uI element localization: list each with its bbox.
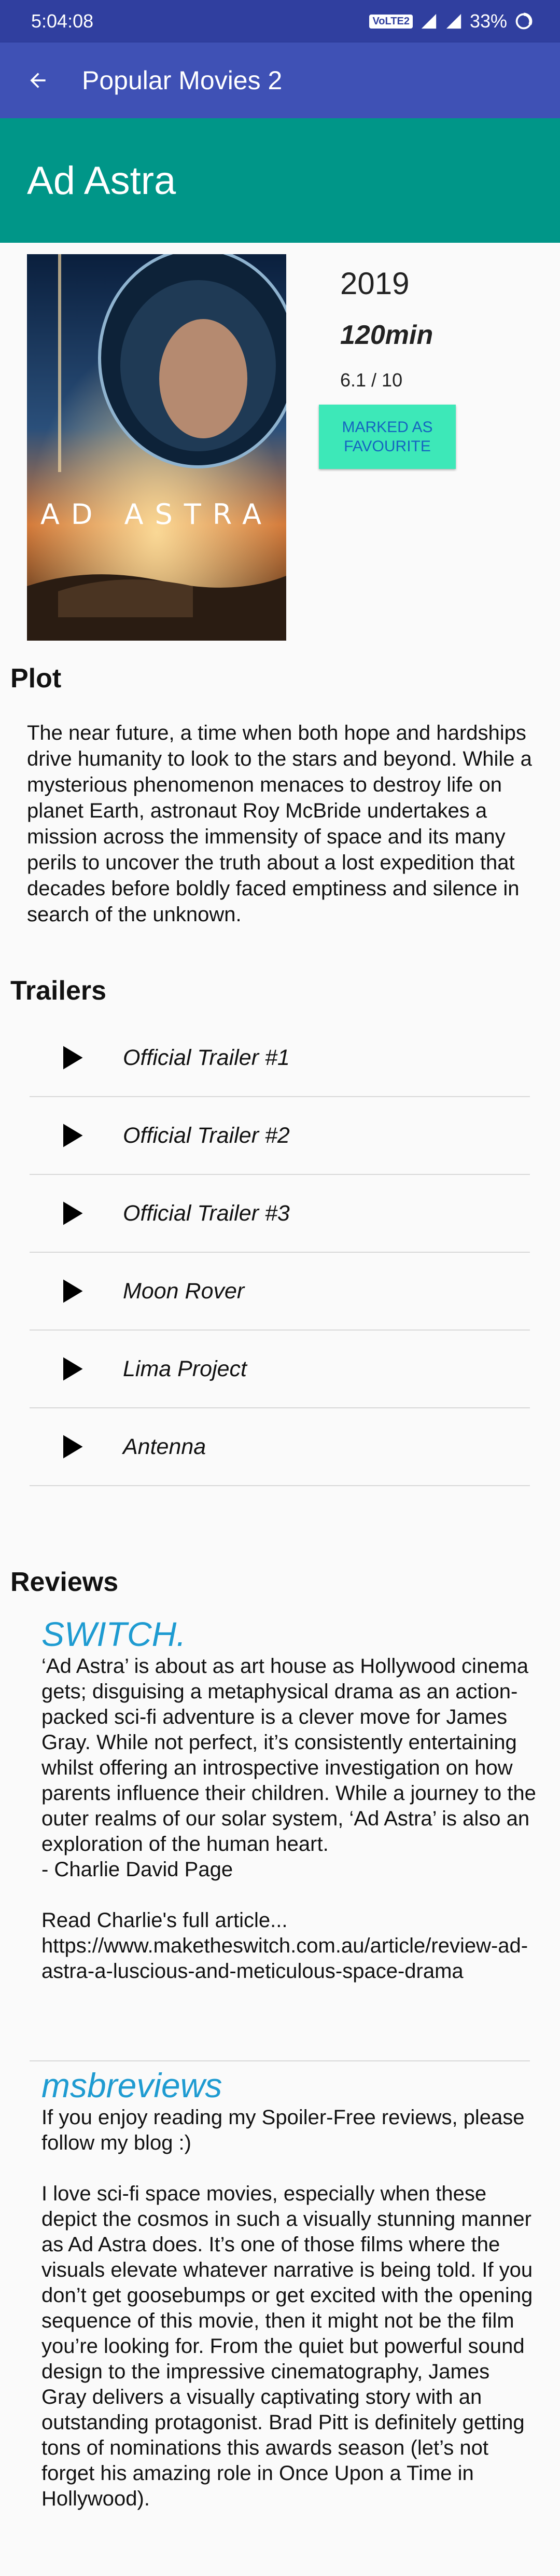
play-icon	[63, 1357, 83, 1381]
trailer-label: Lima Project	[123, 1356, 247, 1381]
trailer-label: Official Trailer #2	[123, 1123, 290, 1148]
review-divider	[30, 2060, 530, 2061]
poster-artwork	[27, 254, 286, 641]
status-icons: VoLTE2 33%	[369, 10, 533, 32]
trailer-label: Moon Rover	[123, 1278, 245, 1304]
trailers-heading: Trailers	[10, 976, 107, 1006]
trailer-row[interactable]: Lima Project	[30, 1331, 530, 1408]
back-button[interactable]	[20, 62, 56, 99]
favourite-button[interactable]: MARKED AS FAVOURITE	[319, 405, 456, 469]
battery-icon	[515, 12, 533, 30]
trailer-row[interactable]: Official Trailer #3	[30, 1175, 530, 1253]
signal-icon	[421, 13, 437, 29]
play-icon	[63, 1201, 83, 1225]
trailer-list: Official Trailer #1 Official Trailer #2 …	[30, 1019, 530, 1486]
review-content: If you enjoy reading my Spoiler-Free rev…	[41, 2106, 533, 2510]
app-bar: Popular Movies 2	[0, 43, 560, 118]
trailer-label: Antenna	[123, 1434, 206, 1459]
trailer-label: Official Trailer #3	[123, 1200, 290, 1226]
runtime: 120min	[340, 320, 433, 350]
play-icon	[63, 1435, 83, 1459]
arrow-back-icon	[30, 73, 46, 88]
review-content: ‘Ad Astra’ is about as art house as Holl…	[41, 1655, 536, 1983]
trailer-row[interactable]: Antenna	[30, 1408, 530, 1486]
release-year: 2019	[340, 266, 410, 301]
review-author: SWITCH.	[41, 1615, 186, 1653]
reviews-heading: Reviews	[10, 1567, 119, 1597]
play-icon	[63, 1279, 83, 1303]
play-icon	[63, 1046, 83, 1070]
trailer-row[interactable]: Moon Rover	[30, 1253, 530, 1331]
status-bar: 5:04:08 VoLTE2 33%	[0, 0, 560, 43]
volte-badge: VoLTE2	[369, 14, 413, 29]
plot-heading: Plot	[10, 663, 62, 694]
plot-text: The near future, a time when both hope a…	[27, 722, 532, 926]
signal-4g-icon	[446, 13, 461, 29]
movie-header: Ad Astra	[0, 118, 560, 243]
movie-title: Ad Astra	[27, 158, 176, 203]
trailer-row[interactable]: Official Trailer #1	[30, 1019, 530, 1097]
battery-percent: 33%	[469, 10, 507, 32]
review-author: msbreviews	[41, 2066, 222, 2104]
poster-title-text: AD ASTRA	[40, 498, 273, 531]
status-time: 5:04:08	[31, 10, 94, 32]
movie-poster: AD ASTRA	[27, 254, 286, 641]
trailer-label: Official Trailer #1	[123, 1045, 290, 1070]
review-item: SWITCH. ‘Ad Astra’ is about as art house…	[41, 1614, 539, 1984]
review-item: msbreviews If you enjoy reading my Spoil…	[41, 2066, 539, 2512]
rating: 6.1 / 10	[340, 369, 403, 391]
app-title: Popular Movies 2	[82, 66, 283, 95]
trailer-row[interactable]: Official Trailer #2	[30, 1097, 530, 1175]
play-icon	[63, 1124, 83, 1147]
